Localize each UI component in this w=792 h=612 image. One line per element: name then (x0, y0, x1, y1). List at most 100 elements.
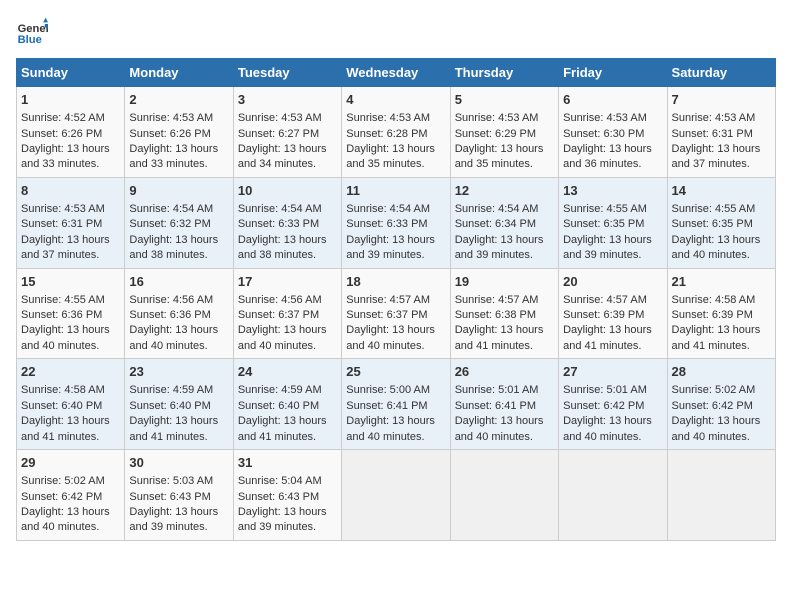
day-number: 1 (21, 91, 120, 109)
calendar-table: SundayMondayTuesdayWednesdayThursdayFrid… (16, 58, 776, 541)
header-day: Tuesday (233, 59, 341, 87)
day-number: 18 (346, 273, 445, 291)
sunset-text: Sunset: 6:27 PM (238, 128, 319, 140)
sunrise-text: Sunrise: 4:59 AM (238, 384, 322, 396)
daylight-text: Daylight: 13 hours and 34 minutes. (238, 143, 327, 170)
sunset-text: Sunset: 6:39 PM (563, 309, 644, 321)
daylight-text: Daylight: 13 hours and 39 minutes. (238, 506, 327, 533)
sunset-text: Sunset: 6:43 PM (129, 491, 210, 503)
day-number: 21 (672, 273, 771, 291)
sunrise-text: Sunrise: 5:02 AM (672, 384, 756, 396)
sunrise-text: Sunrise: 4:53 AM (563, 112, 647, 124)
sunset-text: Sunset: 6:33 PM (346, 218, 427, 230)
calendar-cell: 22Sunrise: 4:58 AMSunset: 6:40 PMDayligh… (17, 359, 125, 450)
sunset-text: Sunset: 6:35 PM (672, 218, 753, 230)
daylight-text: Daylight: 13 hours and 36 minutes. (563, 143, 652, 170)
sunset-text: Sunset: 6:40 PM (238, 400, 319, 412)
calendar-cell: 28Sunrise: 5:02 AMSunset: 6:42 PMDayligh… (667, 359, 775, 450)
sunset-text: Sunset: 6:31 PM (21, 218, 102, 230)
calendar-cell: 4Sunrise: 4:53 AMSunset: 6:28 PMDaylight… (342, 87, 450, 178)
calendar-week: 1Sunrise: 4:52 AMSunset: 6:26 PMDaylight… (17, 87, 776, 178)
day-number: 22 (21, 363, 120, 381)
svg-text:General: General (18, 23, 48, 35)
sunset-text: Sunset: 6:36 PM (21, 309, 102, 321)
calendar-cell: 26 Sunrise: 5:01 AM Sunset: 6:41 PM Dayligh… (450, 359, 558, 450)
day-number: 6 (563, 91, 662, 109)
daylight-text: Daylight: 13 hours and 40 minutes. (563, 415, 652, 442)
sunset-text: Sunset: 6:42 PM (563, 400, 644, 412)
sunrise-text: Sunrise: 4:57 AM (563, 294, 647, 306)
calendar-cell: 21Sunrise: 4:58 AMSunset: 6:39 PMDayligh… (667, 268, 775, 359)
sunrise-text: Sunrise: 5:00 AM (346, 384, 430, 396)
sunset-text: Sunset: 6:41 PM (346, 400, 427, 412)
day-number: 28 (672, 363, 771, 381)
daylight-text: Daylight: 13 hours and 41 minutes. (238, 415, 327, 442)
sunrise-text: Sunrise: 4:55 AM (672, 203, 756, 215)
page-header: General Blue (16, 16, 776, 48)
calendar-cell: 24Sunrise: 4:59 AMSunset: 6:40 PMDayligh… (233, 359, 341, 450)
header-row: SundayMondayTuesdayWednesdayThursdayFrid… (17, 59, 776, 87)
calendar-cell: 29Sunrise: 5:02 AMSunset: 6:42 PMDayligh… (17, 450, 125, 541)
daylight-text: Daylight: 13 hours and 40 minutes. (672, 234, 761, 261)
day-number: 9 (129, 182, 228, 200)
calendar-cell: 15Sunrise: 4:55 AMSunset: 6:36 PMDayligh… (17, 268, 125, 359)
sunrise-text: Sunrise: 4:56 AM (129, 294, 213, 306)
day-number: 13 (563, 182, 662, 200)
sunrise-text: Sunrise: 4:53 AM (346, 112, 430, 124)
sunset-text: Sunset: 6:43 PM (238, 491, 319, 503)
sunset-text: Sunset: 6:36 PM (129, 309, 210, 321)
sunrise-text: Sunrise: 4:53 AM (455, 112, 539, 124)
sunrise-text: Sunrise: 4:54 AM (129, 203, 213, 215)
sunset-text: Sunset: 6:29 PM (455, 128, 536, 140)
sunrise-text: Sunrise: 4:54 AM (346, 203, 430, 215)
calendar-cell: 12Sunrise: 4:54 AMSunset: 6:34 PMDayligh… (450, 177, 558, 268)
sunset-text: Sunset: 6:42 PM (672, 400, 753, 412)
daylight-text: Daylight: 13 hours and 40 minutes. (455, 415, 544, 442)
day-number: 8 (21, 182, 120, 200)
logo: General Blue (16, 16, 52, 48)
sunrise-text: Sunrise: 4:53 AM (672, 112, 756, 124)
sunrise-text: Sunrise: 4:53 AM (238, 112, 322, 124)
calendar-cell (559, 450, 667, 541)
calendar-cell (342, 450, 450, 541)
daylight-text: Daylight: 13 hours and 38 minutes. (129, 234, 218, 261)
sunrise-text: Sunrise: 4:55 AM (563, 203, 647, 215)
day-number: 30 (129, 454, 228, 472)
sunset-text: Sunset: 6:42 PM (21, 491, 102, 503)
sunrise-text: Sunrise: 4:54 AM (238, 203, 322, 215)
calendar-cell: 1Sunrise: 4:52 AMSunset: 6:26 PMDaylight… (17, 87, 125, 178)
calendar-week: 22 Sunrise: 4:58 AM Sunset: 6:40 PM Dayligh… (17, 359, 776, 450)
sunrise-text: Sunrise: 5:02 AM (21, 475, 105, 487)
sunset-text: Sunset: 6:37 PM (346, 309, 427, 321)
header-day: Wednesday (342, 59, 450, 87)
sunset-text: Sunset: 6:41 PM (455, 400, 536, 412)
daylight-text: Daylight: 13 hours and 33 minutes. (21, 143, 110, 170)
sunrise-text: Sunrise: 5:01 AM (563, 384, 647, 396)
calendar-header: SundayMondayTuesdayWednesdayThursdayFrid… (17, 59, 776, 87)
daylight-text: Daylight: 13 hours and 41 minutes. (21, 415, 110, 442)
sunset-text: Sunset: 6:32 PM (129, 218, 210, 230)
sunrise-text: Sunrise: 4:59 AM (129, 384, 213, 396)
sunset-text: Sunset: 6:34 PM (455, 218, 536, 230)
daylight-text: Daylight: 13 hours and 39 minutes. (129, 506, 218, 533)
sunrise-text: Sunrise: 4:58 AM (672, 294, 756, 306)
calendar-cell: 2Sunrise: 4:53 AMSunset: 6:26 PMDaylight… (125, 87, 233, 178)
day-number: 14 (672, 182, 771, 200)
day-number: 26 (455, 363, 554, 381)
sunrise-text: Sunrise: 4:56 AM (238, 294, 322, 306)
daylight-text: Daylight: 13 hours and 40 minutes. (346, 415, 435, 442)
day-number: 20 (563, 273, 662, 291)
daylight-text: Daylight: 13 hours and 40 minutes. (21, 324, 110, 351)
header-day: Thursday (450, 59, 558, 87)
calendar-cell (667, 450, 775, 541)
sunrise-text: Sunrise: 5:01 AM (455, 384, 539, 396)
day-number: 17 (238, 273, 337, 291)
calendar-cell: 11Sunrise: 4:54 AMSunset: 6:33 PMDayligh… (342, 177, 450, 268)
sunset-text: Sunset: 6:28 PM (346, 128, 427, 140)
sunset-text: Sunset: 6:31 PM (672, 128, 753, 140)
day-number: 10 (238, 182, 337, 200)
sunrise-text: Sunrise: 4:58 AM (21, 384, 105, 396)
sunrise-text: Sunrise: 5:03 AM (129, 475, 213, 487)
calendar-cell: 27Sunrise: 5:01 AMSunset: 6:42 PMDayligh… (559, 359, 667, 450)
logo-icon: General Blue (16, 16, 48, 48)
